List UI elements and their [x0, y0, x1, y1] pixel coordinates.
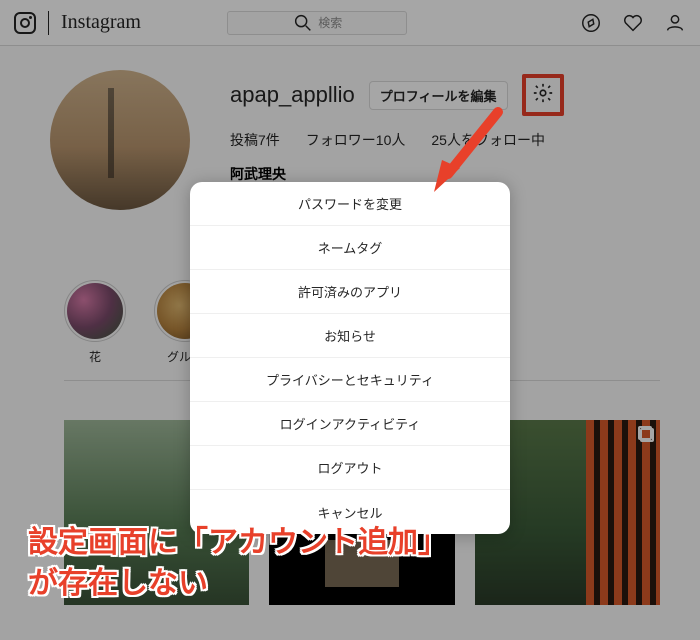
stat-posts: 投稿7件	[230, 130, 280, 150]
profile-icon[interactable]	[664, 12, 686, 34]
nav-divider	[48, 11, 49, 35]
nav-right-icons	[580, 12, 686, 34]
instagram-wordmark[interactable]: Instagram	[61, 11, 141, 34]
instagram-glyph-icon[interactable]	[14, 12, 36, 34]
search-placeholder: 検索	[318, 14, 342, 31]
search-icon	[292, 12, 314, 34]
edit-profile-button[interactable]: プロフィールを編集	[369, 81, 508, 110]
settings-gear-highlight	[522, 74, 564, 116]
menu-item-logout[interactable]: ログアウト	[190, 446, 510, 490]
activity-heart-icon[interactable]	[622, 12, 644, 34]
username: apap_appllio	[230, 82, 355, 108]
search-input[interactable]: 検索	[227, 11, 407, 35]
settings-menu: パスワードを変更 ネームタグ 許可済みのアプリ お知らせ プライバシーとセキュリ…	[190, 182, 510, 534]
highlight-item[interactable]: 花	[64, 280, 126, 365]
annotation-caption: 設定画面に「アカウント追加」 が存在しない	[28, 523, 448, 604]
explore-icon[interactable]	[580, 12, 602, 34]
gear-icon[interactable]	[532, 82, 554, 109]
stat-following[interactable]: 25人をフォロー中	[431, 130, 545, 150]
avatar[interactable]	[50, 70, 190, 210]
menu-item-change-password[interactable]: パスワードを変更	[190, 182, 510, 226]
top-nav: Instagram 検索	[0, 0, 700, 46]
profile-stats: 投稿7件 フォロワー10人 25人をフォロー中	[230, 130, 670, 150]
menu-item-login-activity[interactable]: ログインアクティビティ	[190, 402, 510, 446]
carousel-icon	[638, 426, 654, 442]
stat-followers[interactable]: フォロワー10人	[306, 130, 406, 150]
menu-item-authorized-apps[interactable]: 許可済みのアプリ	[190, 270, 510, 314]
profile-fullname: 阿武理央	[230, 164, 670, 184]
menu-item-privacy-security[interactable]: プライバシーとセキュリティ	[190, 358, 510, 402]
highlight-label: 花	[89, 348, 101, 365]
menu-item-notifications[interactable]: お知らせ	[190, 314, 510, 358]
menu-item-nametag[interactable]: ネームタグ	[190, 226, 510, 270]
